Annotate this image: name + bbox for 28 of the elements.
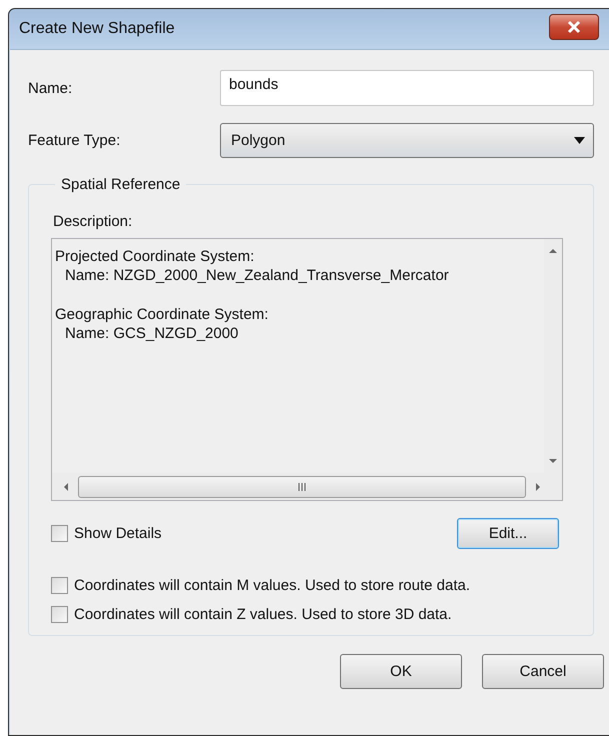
checkbox[interactable] (51, 577, 68, 594)
field-label: Name: (28, 80, 74, 96)
close-icon (566, 20, 582, 34)
dropdown-arrow-icon (574, 137, 585, 144)
group-title: Spatial Reference (60, 176, 182, 193)
section-detail: Name: NZGD_2000_New_Zealand_Transverse_Mercator (64, 266, 450, 285)
field-label: Feature Type: (28, 132, 122, 149)
close-button[interactable] (549, 14, 599, 40)
checkbox[interactable] (51, 606, 68, 623)
section-heading: Projected Coordinate System: (55, 247, 256, 266)
scroll-up-icon[interactable] (549, 247, 557, 255)
checkbox-label: Show Details (74, 525, 162, 542)
section-detail: Name: GCS_NZGD_2000 (64, 324, 240, 343)
checkbox-label: Coordinates will contain M values. Used to store route data. (74, 577, 470, 594)
checkbox[interactable] (51, 525, 68, 542)
dialog-button[interactable]: OK (340, 654, 462, 689)
description-label: Description: (53, 213, 134, 230)
name-field[interactable]: bounds (220, 70, 594, 106)
window-title: Create New Shapefile (19, 20, 175, 38)
checkbox-label: Coordinates will contain Z values. Used to store 3D data. (74, 606, 452, 623)
scroll-thumb[interactable] (78, 476, 526, 498)
scroll-right-icon[interactable] (534, 482, 542, 490)
feature-type-dropdown[interactable]: Polygon (220, 123, 594, 158)
scroll-down-icon[interactable] (549, 457, 557, 465)
section-heading: Geographic Coordinate System: (55, 305, 270, 324)
scroll-left-icon[interactable] (62, 482, 70, 490)
edit-button[interactable]: Edit... (457, 518, 559, 549)
dialog-button[interactable]: Cancel (482, 654, 604, 689)
